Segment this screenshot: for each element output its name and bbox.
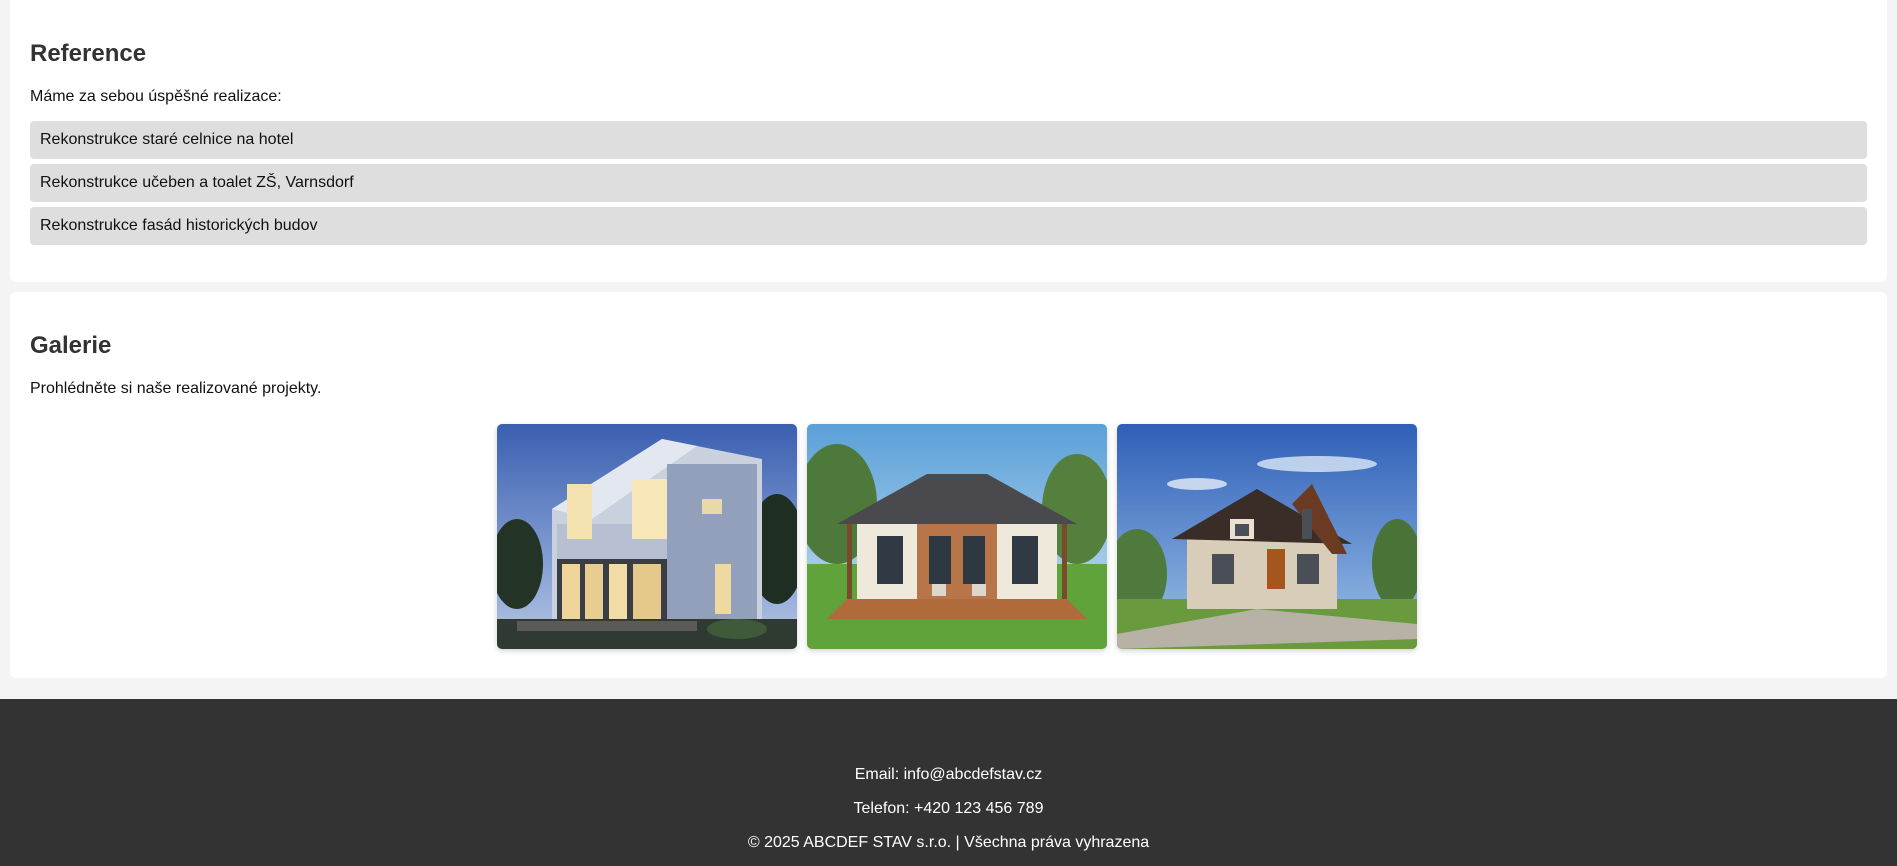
reference-list: Rekonstrukce staré celnice na hotel Reko… <box>30 121 1867 250</box>
footer-email[interactable]: Email: info@abcdefstav.cz <box>0 765 1897 785</box>
reference-intro: Máme za sebou úspěšné realizace: <box>30 88 282 105</box>
modern-house-image <box>496 424 797 649</box>
gallery-photo-family-house[interactable] <box>1116 424 1417 649</box>
gallery-photo-modern-house[interactable] <box>496 424 797 649</box>
gallery-section: Galerie Prohlédněte si naše realizované … <box>10 292 1887 678</box>
reference-item: Rekonstrukce učeben a toalet ZŠ, Varnsdo… <box>30 164 1867 202</box>
reference-section: Reference Máme za sebou úspěšné realizac… <box>10 0 1887 282</box>
reference-item: Rekonstrukce fasád historických budov <box>30 207 1867 245</box>
gallery-photos <box>10 424 1887 649</box>
gallery-title: Galerie <box>30 332 112 359</box>
family-house-image <box>1116 424 1417 649</box>
page-footer: Email: info@abcdefstav.cz Telefon: +420 … <box>0 699 1897 866</box>
footer-phone[interactable]: Telefon: +420 123 456 789 <box>0 799 1897 819</box>
gallery-intro: Prohlédněte si naše realizované projekty… <box>30 380 322 397</box>
reference-title: Reference <box>30 40 147 67</box>
bungalow-image <box>806 424 1107 649</box>
footer-copyright: © 2025 ABCDEF STAV s.r.o. | Všechna práv… <box>747 834 1150 851</box>
reference-item: Rekonstrukce staré celnice na hotel <box>30 121 1867 159</box>
gallery-photo-bungalow[interactable] <box>806 424 1107 649</box>
